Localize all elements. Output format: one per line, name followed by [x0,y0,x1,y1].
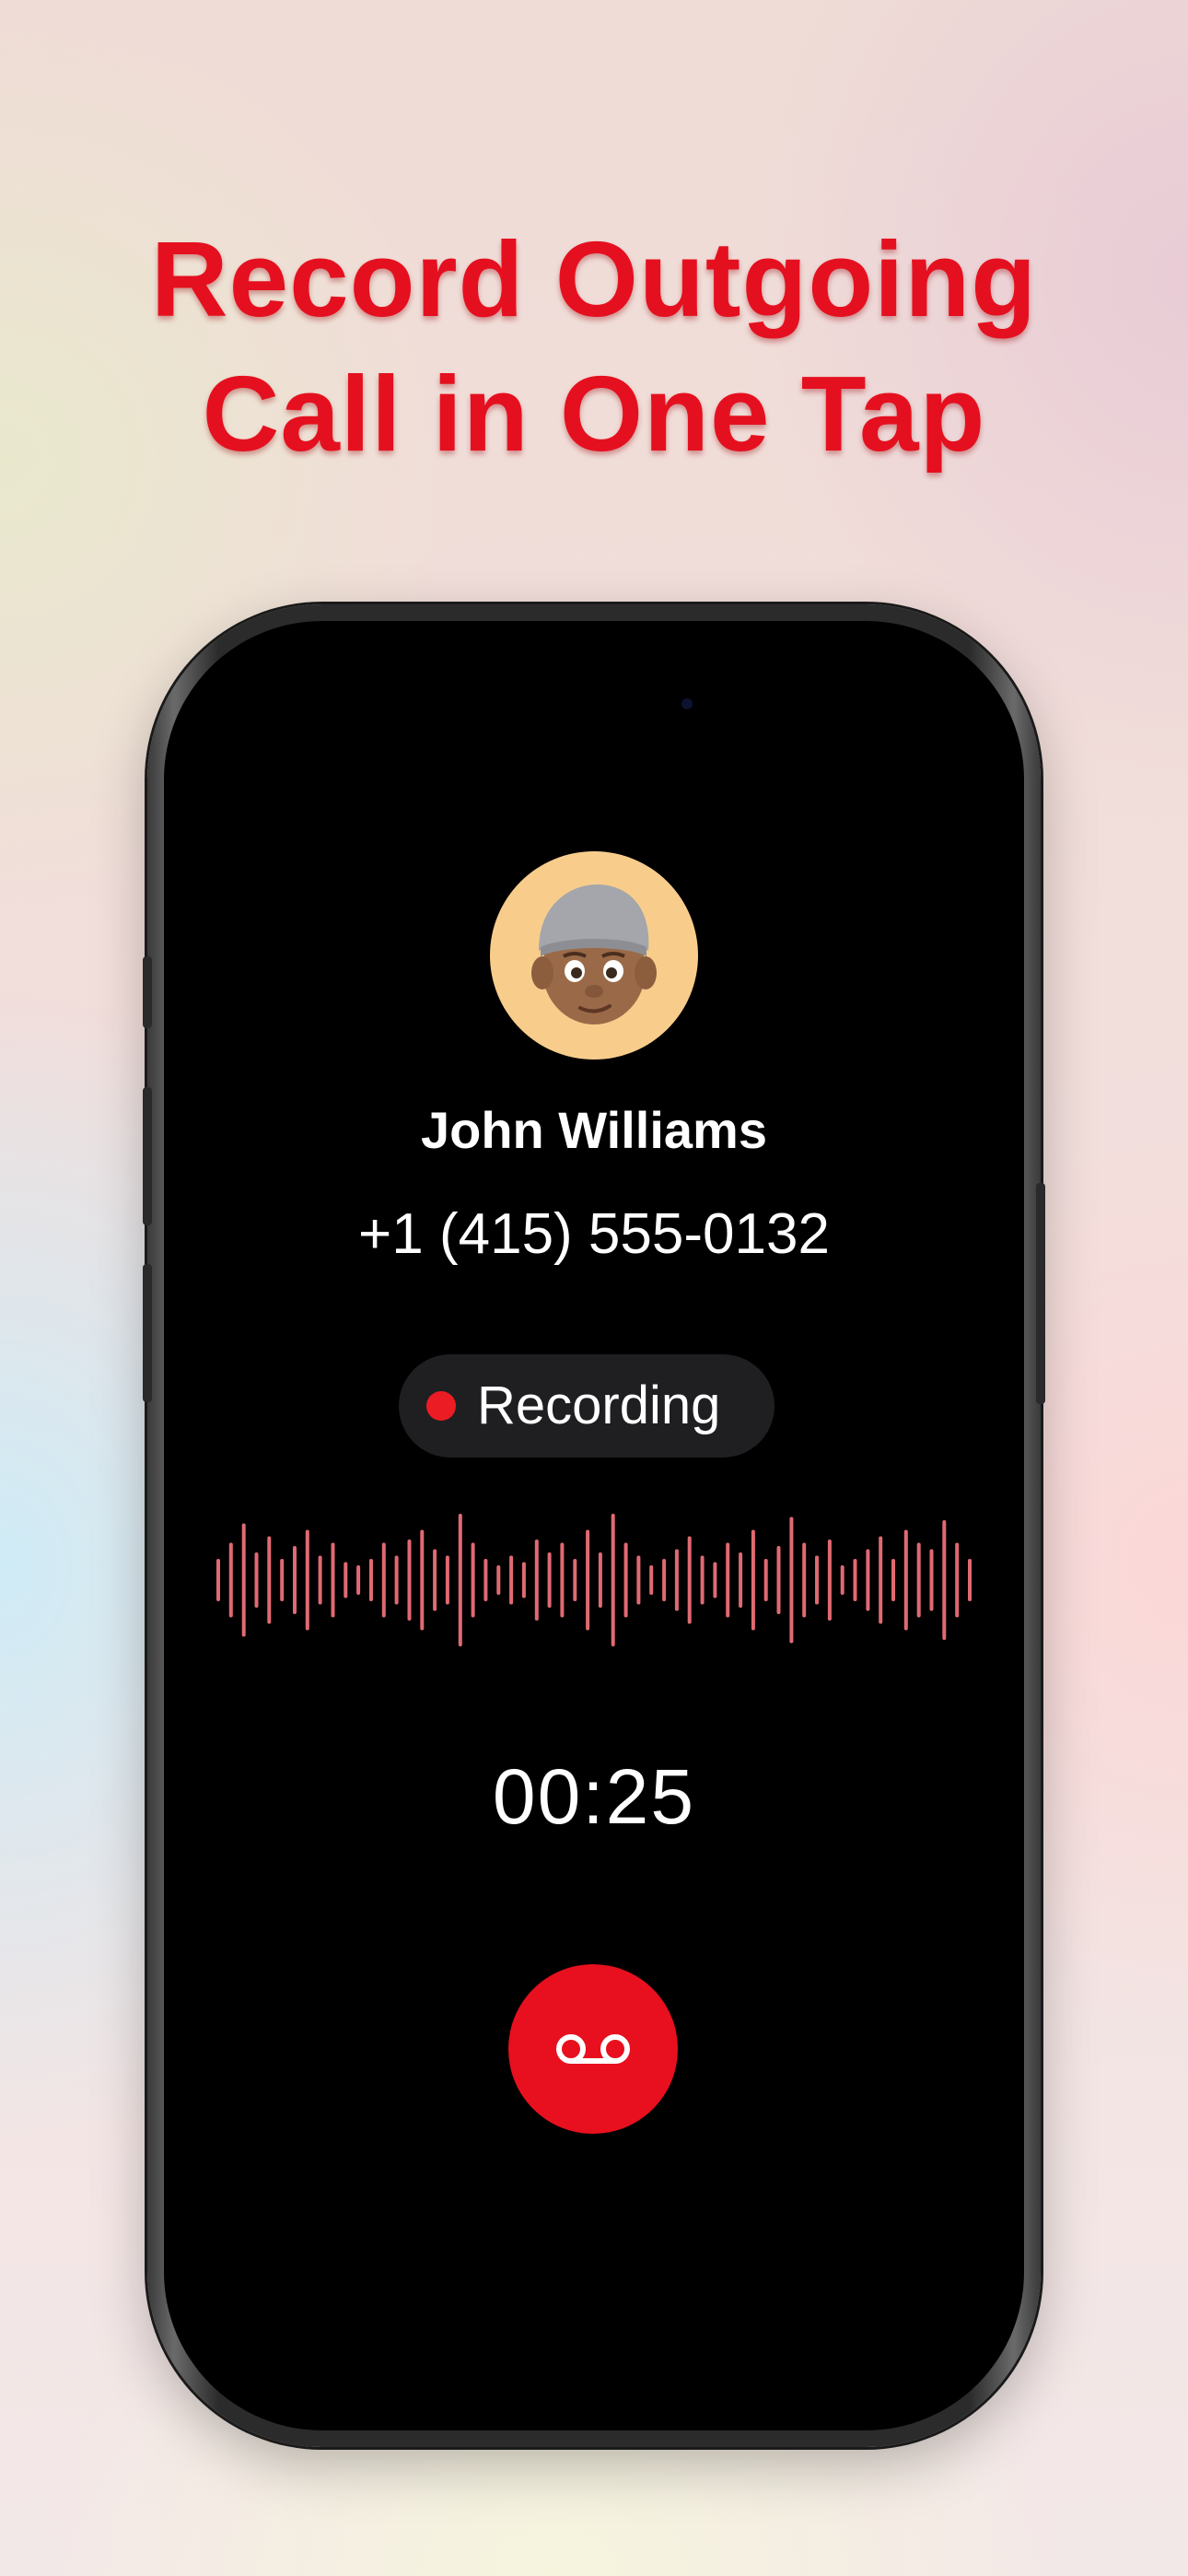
audio-waveform [216,1514,972,1646]
contact-name: John Williams [420,1101,767,1159]
headline-line-1: Record Outgoing [150,219,1038,339]
voicemail-icon [556,2034,630,2064]
contact-phone-number: +1 (415) 555-0132 [358,1202,830,1266]
recording-status-label: Recording [477,1376,721,1435]
volume-down-button [143,1264,152,1402]
headline-line-2: Call in One Tap [202,354,986,474]
front-camera [681,698,693,709]
call-timer: 00:25 [492,1753,696,1840]
action-button [143,956,152,1028]
record-call-button[interactable] [508,1964,678,2134]
headline: Record Outgoing Call in One Tap [0,212,1188,481]
memoji-avatar-icon [490,851,698,1060]
recording-indicator-dot [426,1391,456,1421]
